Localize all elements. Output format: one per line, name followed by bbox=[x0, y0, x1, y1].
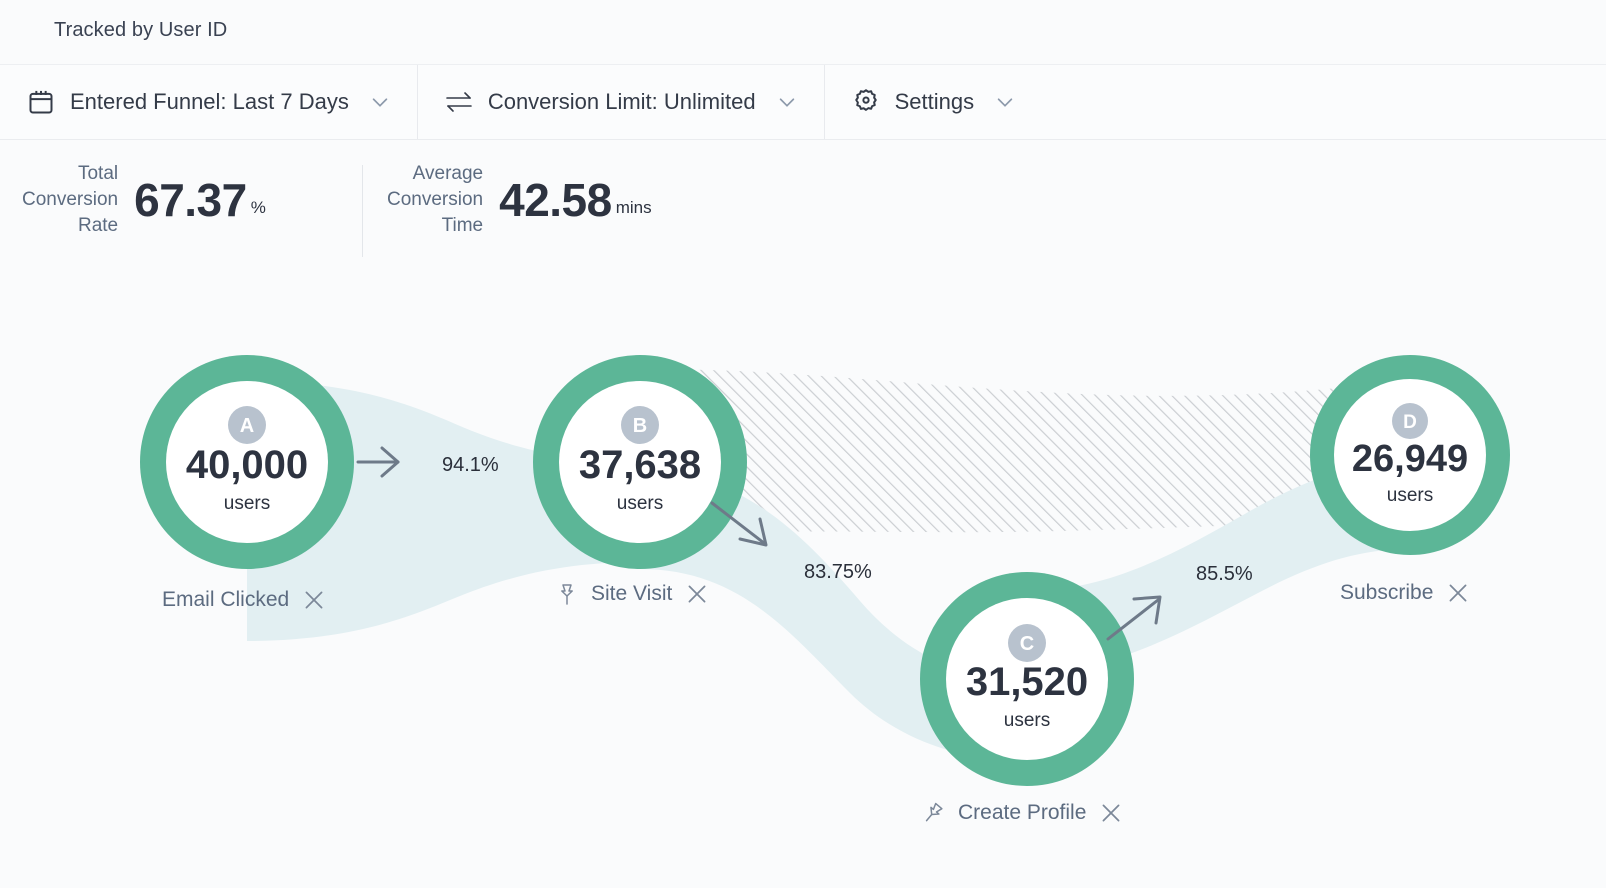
node-label-row-a: Email Clicked bbox=[162, 587, 327, 613]
tracked-by-label: Tracked by User ID bbox=[54, 19, 228, 41]
node-badge-letter: D bbox=[1403, 412, 1417, 433]
gear-icon bbox=[851, 87, 881, 117]
chevron-down-icon[interactable] bbox=[776, 91, 798, 113]
node-badge-letter: A bbox=[240, 415, 254, 437]
calendar-icon bbox=[26, 87, 56, 117]
sidebar-item-label: Site Visit bbox=[591, 582, 673, 605]
sidebar-item-label: Email Clicked bbox=[162, 588, 290, 611]
close-icon[interactable] bbox=[301, 587, 327, 613]
node-value: 26,949 bbox=[1352, 438, 1468, 480]
kpi-row: Total Conversion Rate 67.37 % Average Co… bbox=[0, 141, 1606, 281]
kpi-value: 42.58 bbox=[499, 174, 612, 226]
node-unit: users bbox=[1387, 485, 1433, 506]
pin-icon[interactable] bbox=[920, 800, 946, 826]
funnel-dashboard: Tracked by User ID Entered Funnel: Last … bbox=[0, 0, 1606, 888]
node-badge-letter: C bbox=[1020, 633, 1034, 655]
transition-label-b-c: 83.75% bbox=[804, 561, 872, 583]
node-label-row-d: Subscribe bbox=[1340, 580, 1471, 606]
funnel-diagram: A 40,000 users 94.1% B 37,638 users 83.7… bbox=[0, 281, 1606, 888]
conversion-limit-label: Conversion Limit: Unlimited bbox=[487, 89, 756, 114]
entered-funnel-label: Entered Funnel: Last 7 Days bbox=[70, 89, 349, 114]
funnel-toolbar: Entered Funnel: Last 7 Days Conversion L… bbox=[0, 64, 1606, 140]
node-value: 37,638 bbox=[579, 443, 701, 487]
kpi-label: Average Conversion Time bbox=[387, 163, 484, 236]
transition-label-a-b: 94.1% bbox=[442, 454, 499, 476]
node-label-row-c: Create Profile bbox=[920, 800, 1124, 826]
funnel-node-c[interactable]: C 31,520 users bbox=[920, 572, 1134, 786]
transition-label-c-d: 85.5% bbox=[1196, 563, 1253, 585]
funnel-node-b[interactable]: B 37,638 users bbox=[533, 355, 747, 569]
kpi-unit: % bbox=[250, 198, 266, 217]
funnel-node-d[interactable]: D 26,949 users bbox=[1310, 355, 1510, 555]
kpi-value: 67.37 bbox=[134, 174, 247, 226]
node-unit: users bbox=[617, 493, 663, 514]
kpi-unit: mins bbox=[615, 198, 652, 217]
node-unit: users bbox=[224, 493, 270, 514]
kpi-average-conversion-time: Average Conversion Time 42.58 mins bbox=[387, 161, 652, 239]
kpi-divider bbox=[362, 165, 363, 257]
node-unit: users bbox=[1004, 710, 1050, 731]
entered-funnel-filter[interactable]: Entered Funnel: Last 7 Days bbox=[0, 65, 418, 139]
funnel-node-a[interactable]: A 40,000 users bbox=[140, 355, 354, 569]
chevron-down-icon[interactable] bbox=[994, 91, 1016, 113]
conversion-limit-icon bbox=[444, 87, 474, 117]
settings-label: Settings bbox=[894, 89, 975, 114]
node-value: 31,520 bbox=[966, 660, 1088, 704]
pin-icon[interactable] bbox=[555, 581, 579, 607]
tracked-by-bar: Tracked by User ID bbox=[0, 0, 1606, 64]
conversion-limit-filter[interactable]: Conversion Limit: Unlimited bbox=[418, 65, 825, 139]
chevron-down-icon[interactable] bbox=[369, 91, 391, 113]
kpi-label: Total Conversion Rate bbox=[22, 163, 119, 236]
close-icon[interactable] bbox=[1445, 580, 1471, 606]
kpi-total-conversion-rate: Total Conversion Rate 67.37 % bbox=[22, 161, 266, 239]
close-icon[interactable] bbox=[684, 581, 710, 607]
close-icon[interactable] bbox=[1098, 800, 1124, 826]
sidebar-item-label: Create Profile bbox=[958, 801, 1087, 824]
node-badge-letter: B bbox=[633, 415, 647, 437]
settings-menu[interactable]: Settings bbox=[825, 65, 1043, 139]
node-value: 40,000 bbox=[186, 443, 308, 487]
sidebar-item-label: Subscribe bbox=[1340, 581, 1434, 604]
node-label-row-b: Site Visit bbox=[555, 581, 710, 607]
